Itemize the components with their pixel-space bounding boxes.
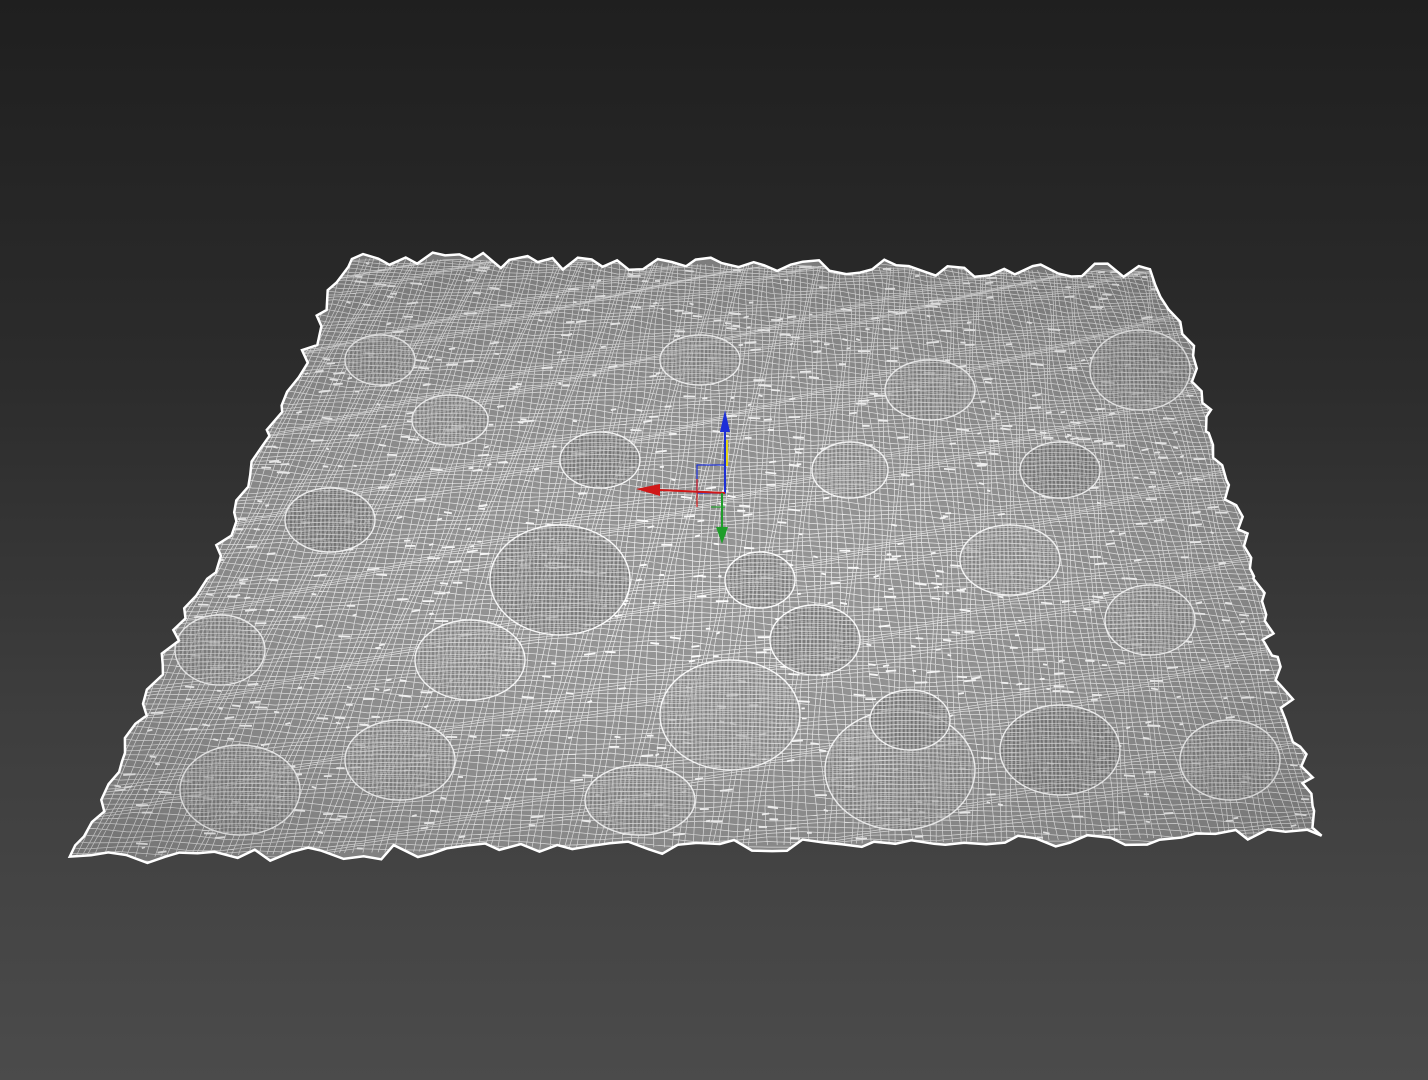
3d-viewport[interactable] xyxy=(0,0,1428,1080)
viewport-scene[interactable] xyxy=(0,0,1428,1080)
terrain-mesh[interactable] xyxy=(14,240,1385,890)
terrain-shading xyxy=(69,252,1322,863)
